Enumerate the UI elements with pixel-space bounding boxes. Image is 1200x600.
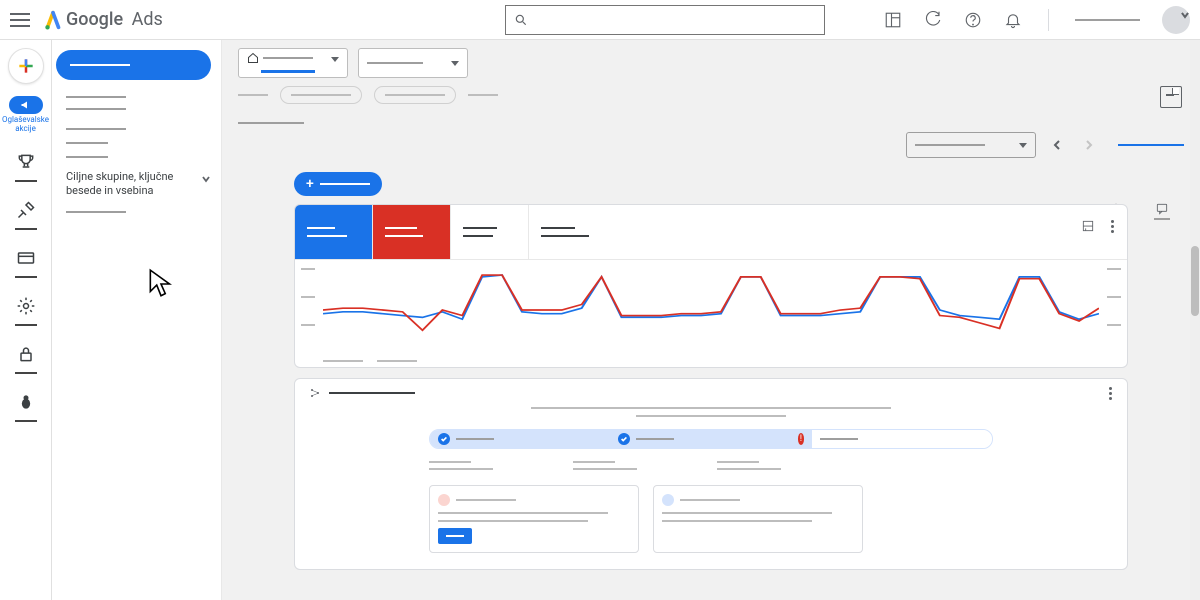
recommendation-card[interactable] (653, 485, 863, 553)
sidebar-item-3[interactable] (52, 136, 221, 150)
save-icon[interactable] (1160, 86, 1182, 108)
chevron-down-icon (1180, 10, 1190, 20)
apply-button[interactable] (438, 528, 472, 544)
chevron-down-icon (201, 174, 211, 184)
campaign-selector[interactable] (358, 48, 468, 78)
divider (1048, 9, 1049, 31)
error-icon: ! (798, 433, 804, 445)
prev-button[interactable] (1046, 134, 1068, 156)
metric-tab-1[interactable] (295, 205, 373, 259)
scroll-thumb[interactable] (1191, 246, 1199, 316)
home-icon (247, 52, 259, 64)
new-campaign-button[interactable]: + (294, 172, 382, 196)
megaphone-icon (19, 99, 33, 111)
top-header: Google Ads (0, 0, 1200, 40)
create-button[interactable] (8, 48, 44, 84)
logo[interactable]: Google Ads (42, 9, 163, 31)
chart-legend (295, 360, 1127, 366)
card-menu-icon[interactable] (1103, 387, 1117, 400)
menu-icon[interactable] (10, 13, 30, 27)
sidebar-item-1[interactable] (52, 90, 221, 104)
date-preset[interactable] (1118, 144, 1184, 146)
trophy-icon (16, 152, 36, 172)
feedback-icon[interactable] (1154, 202, 1170, 220)
plus-icon: + (306, 176, 314, 192)
help-icon[interactable] (964, 11, 982, 29)
check-icon (618, 433, 630, 445)
search-icon (514, 13, 528, 27)
nav-rail: Oglaševalske akcije (0, 40, 52, 600)
overview-chart-card (294, 204, 1128, 368)
refresh-icon[interactable] (924, 11, 942, 29)
chart-menu-icon[interactable] (1105, 220, 1119, 233)
rail-billing[interactable] (0, 242, 52, 284)
scrollbar[interactable] (1190, 40, 1200, 600)
sidebar-item-4[interactable] (52, 150, 221, 164)
insights-icon (309, 387, 321, 399)
account-name[interactable] (1075, 19, 1140, 21)
rail-tools[interactable] (0, 194, 52, 236)
sidebar-item-5[interactable] (52, 205, 221, 219)
sidebar-item-audiences[interactable]: Ciljne skupine, ključne besede in vsebin… (52, 164, 221, 205)
metric-tab-4[interactable] (529, 205, 611, 259)
date-range-selector[interactable] (906, 132, 1036, 158)
header-actions (884, 6, 1190, 34)
account-selector[interactable] (238, 48, 348, 78)
sidebar-active[interactable] (56, 50, 211, 80)
bug-icon (16, 392, 36, 412)
logo-text-google: Google (66, 9, 123, 30)
sidebar-item-label: Ciljne skupine, ključne besede in vsebin… (66, 170, 195, 199)
rec-icon (438, 494, 450, 506)
search-input[interactable] (505, 5, 825, 35)
chip-pill[interactable] (374, 86, 456, 104)
card-icon (16, 248, 36, 268)
notifications-icon[interactable] (1004, 11, 1022, 29)
next-button[interactable] (1078, 134, 1100, 156)
plus-icon (16, 56, 36, 76)
rail-bug[interactable] (0, 386, 52, 428)
chip[interactable] (468, 94, 498, 96)
rail-campaigns[interactable]: Oglaševalske akcije (0, 90, 52, 140)
sidebar: Ciljne skupine, ključne besede in vsebin… (52, 40, 222, 600)
rail-campaigns-label: Oglaševalske akcije (2, 116, 50, 134)
breadcrumb-chips (238, 86, 1184, 104)
recommendation-card[interactable] (429, 485, 639, 553)
check-icon (438, 433, 450, 445)
optimization-title (329, 392, 415, 394)
section-title (238, 122, 304, 124)
expand-chart-icon[interactable] (1081, 219, 1095, 233)
setup-progress: ! (429, 429, 993, 449)
reports-icon[interactable] (884, 11, 902, 29)
metric-tab-2[interactable] (373, 205, 451, 259)
chip[interactable] (238, 94, 268, 96)
gear-icon (16, 296, 36, 316)
rail-security[interactable] (0, 338, 52, 380)
rail-goals[interactable] (0, 146, 52, 188)
sidebar-item-2[interactable] (52, 122, 221, 136)
lock-icon (16, 344, 36, 364)
logo-text-ads: Ads (132, 9, 163, 30)
tools-icon (16, 200, 36, 220)
content: + (222, 40, 1200, 600)
metric-tab-3[interactable] (451, 205, 529, 259)
optimization-card: ! (294, 378, 1128, 570)
ads-logo-icon (42, 9, 64, 31)
chip-pill[interactable] (280, 86, 362, 104)
chart-plot (295, 260, 1127, 360)
rail-admin[interactable] (0, 290, 52, 332)
rec-icon (662, 494, 674, 506)
